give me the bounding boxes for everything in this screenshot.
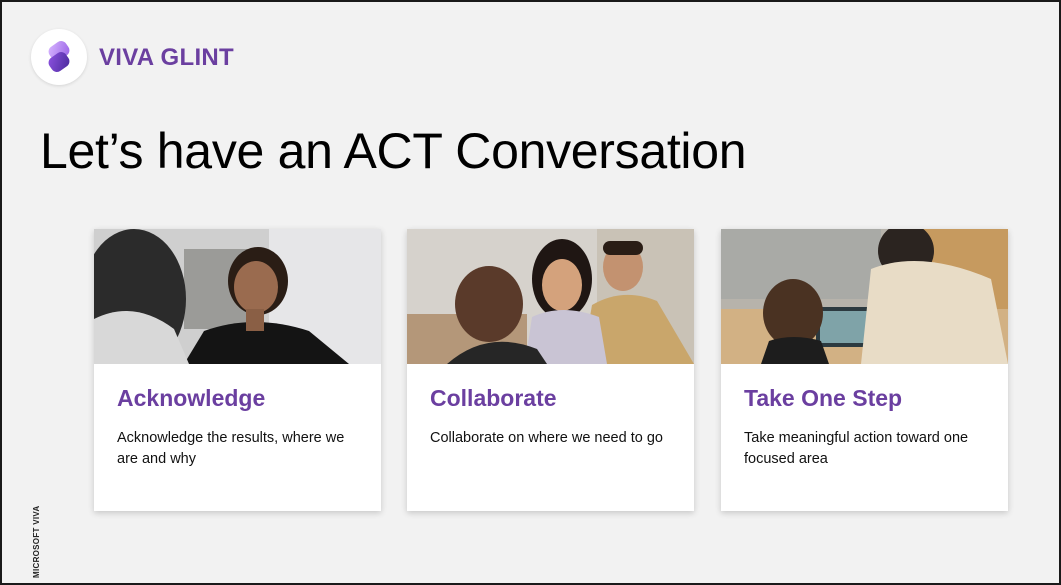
card-description: Take meaningful action toward one focuse… — [744, 430, 969, 467]
card-heading: Take One Step — [744, 385, 903, 411]
photo-team-meeting — [407, 229, 694, 364]
footer-label: MICROSOFT VIVA — [32, 505, 41, 579]
page-title: Let’s have an ACT Conversation — [40, 123, 747, 179]
brand-name: VIVA GLINT — [99, 44, 234, 71]
card-heading: Acknowledge — [117, 385, 266, 411]
card-collaborate: Collaborate Collaborate on where we need… — [407, 229, 694, 511]
card-take-one-step: Take One Step Take meaningful action tow… — [721, 229, 1008, 511]
card-heading: Collaborate — [430, 385, 557, 411]
photo-coworkers-at-laptop — [721, 229, 1008, 364]
card-description: Acknowledge the results, where we are an… — [117, 430, 345, 467]
photo-two-women-talking — [94, 229, 381, 364]
viva-glint-logo-icon — [31, 29, 87, 85]
card-description: Collaborate on where we need to go — [430, 430, 663, 446]
slide: VIVA GLINT Let’s have an ACT Conversatio… — [0, 0, 1061, 585]
card-acknowledge: Acknowledge Acknowledge the results, whe… — [94, 229, 381, 511]
